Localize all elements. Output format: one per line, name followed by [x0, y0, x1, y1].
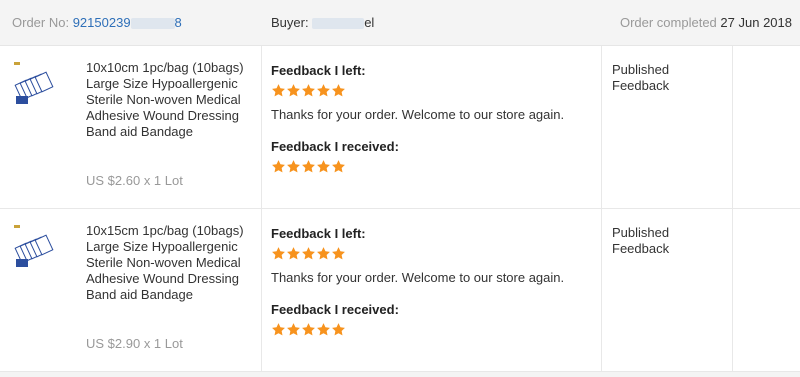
product-thumbnail[interactable]	[12, 223, 54, 273]
column-divider	[261, 209, 262, 371]
redacted-block	[312, 18, 365, 30]
star-icon	[301, 246, 316, 261]
star-icon	[331, 83, 346, 98]
star-icon	[331, 246, 346, 261]
order-date: 27 Jun 2018	[720, 15, 792, 30]
star-icon	[271, 322, 286, 337]
product-thumbnail[interactable]	[12, 60, 54, 110]
star-icon	[286, 159, 301, 174]
feedback-received-title: Feedback I received:	[271, 139, 399, 154]
column-divider	[732, 46, 733, 208]
order-item-row: 10x15cm 1pc/bag (10bags) Large Size Hypo…	[0, 209, 800, 372]
order-number: Order No: 92150239 8	[12, 15, 182, 30]
buyer-tail: el	[364, 15, 375, 30]
product-price: US $2.90 x 1 Lot	[86, 336, 183, 351]
feedback-received-title: Feedback I received:	[271, 302, 399, 317]
order-status-label: Order completed	[619, 15, 717, 30]
order-item-row: 10x10cm 1pc/bag (10bags) Large Size Hypo…	[0, 46, 800, 209]
order-status: Order completed 27 Jun 2018	[620, 15, 792, 30]
order-header: Order No: 92150239 8 Buyer: el Order comp…	[0, 0, 800, 46]
star-icon	[286, 322, 301, 337]
star-icon	[286, 246, 301, 261]
star-icon	[316, 159, 331, 174]
feedback-status-line: Feedback	[612, 78, 670, 93]
product-price: US $2.60 x 1 Lot	[86, 173, 183, 188]
feedback-left-rating	[271, 246, 346, 262]
star-icon	[271, 83, 286, 98]
feedback-status-line: Published	[612, 62, 670, 77]
feedback-received-rating	[271, 322, 346, 338]
column-divider	[601, 209, 602, 371]
star-icon	[286, 83, 301, 98]
star-icon	[331, 159, 346, 174]
feedback-left-comment: Thanks for your order. Welcome to our st…	[271, 270, 565, 285]
order-number-label: Order No:	[12, 15, 70, 30]
feedback-status-line: Feedback	[612, 241, 670, 256]
bottom-bar	[0, 372, 800, 377]
star-icon	[331, 322, 346, 337]
star-icon	[271, 159, 286, 174]
star-icon	[316, 246, 331, 261]
column-divider	[732, 209, 733, 371]
star-icon	[301, 159, 316, 174]
feedback-status-line: Published	[612, 225, 670, 240]
column-divider	[601, 46, 602, 208]
feedback-left-rating	[271, 83, 346, 99]
star-icon	[301, 322, 316, 337]
column-divider	[261, 46, 262, 208]
redacted-block	[130, 18, 175, 30]
feedback-left-comment: Thanks for your order. Welcome to our st…	[271, 107, 565, 122]
product-title-link[interactable]: 10x10cm 1pc/bag (10bags) Large Size Hypo…	[86, 60, 256, 140]
star-icon	[301, 83, 316, 98]
star-icon	[316, 322, 331, 337]
product-title-link[interactable]: 10x15cm 1pc/bag (10bags) Large Size Hypo…	[86, 223, 256, 303]
feedback-status: Published Feedback	[612, 225, 669, 257]
feedback-status: Published Feedback	[612, 62, 669, 94]
feedback-left-title: Feedback I left:	[271, 63, 366, 78]
buyer-label: Buyer:	[271, 15, 309, 30]
star-icon	[271, 246, 286, 261]
feedback-received-rating	[271, 159, 346, 175]
feedback-left-title: Feedback I left:	[271, 226, 366, 241]
buyer-name: Buyer: el	[271, 15, 374, 30]
order-number-link[interactable]: 92150239 8	[73, 15, 182, 30]
star-icon	[316, 83, 331, 98]
